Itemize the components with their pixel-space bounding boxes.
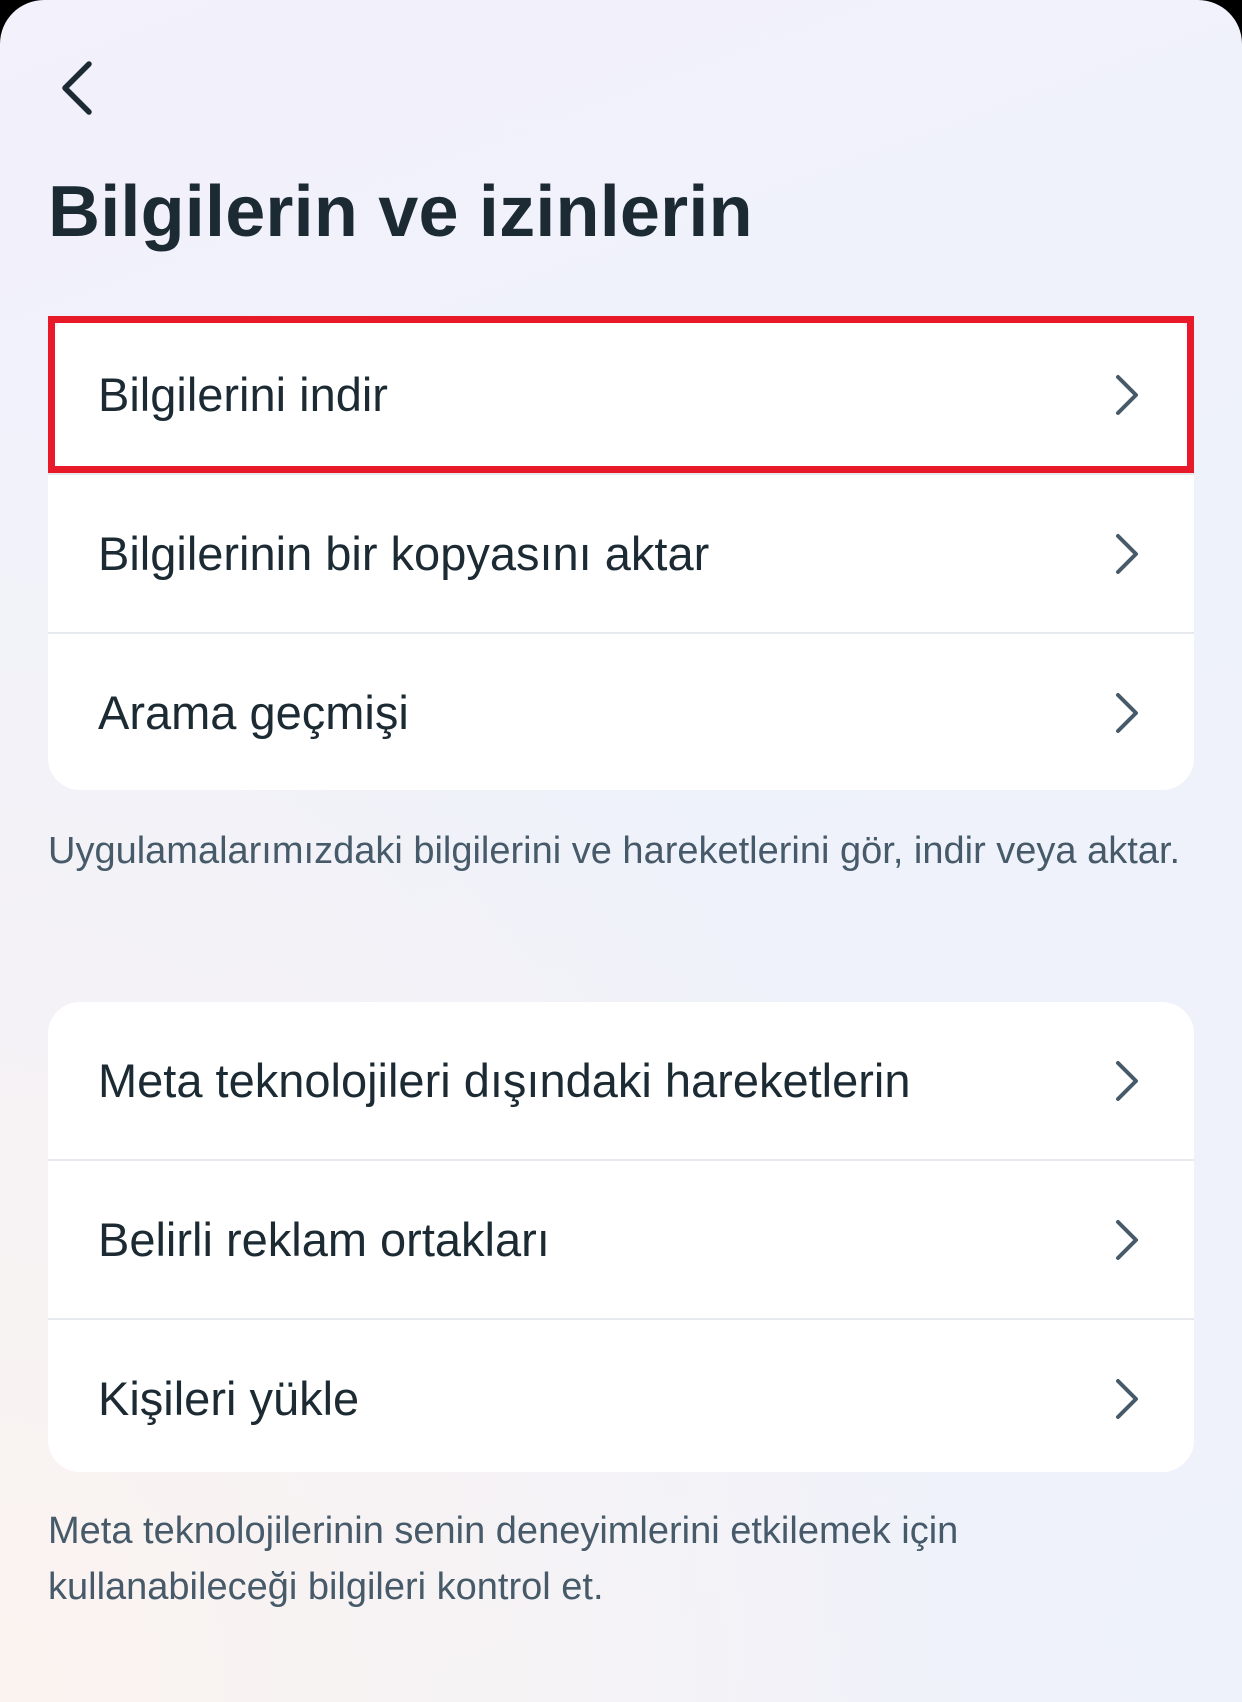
row-label: Belirli reklam ortakları [98, 1213, 550, 1266]
info-caption: Uygulamalarımızdaki bilgilerini ve harek… [48, 830, 1181, 872]
permissions-caption: Meta teknolojilerinin senin deneyimlerin… [48, 1510, 959, 1608]
row-label: Bilgilerinin bir kopyasını aktar [98, 527, 710, 580]
chevron-right-icon [1116, 1219, 1138, 1260]
chevron-right-icon [1116, 1060, 1138, 1101]
settings-card-permissions: Meta teknolojileri dışındaki hareketleri… [48, 1002, 1194, 1472]
chevron-right-icon [1116, 374, 1138, 415]
page-title: Bilgilerin ve izinlerin [48, 172, 753, 252]
row-label: Kişileri yükle [98, 1372, 360, 1425]
row-search-history[interactable]: Arama geçmişi [48, 632, 1194, 791]
chevron-right-icon [1116, 692, 1138, 733]
chevron-right-icon [1116, 1378, 1138, 1419]
row-ad-partners[interactable]: Belirli reklam ortakları [48, 1159, 1194, 1318]
row-label: Arama geçmişi [98, 686, 409, 739]
chevron-left-icon [62, 61, 92, 115]
row-label: Bilgilerini indir [98, 368, 388, 421]
row-label: Meta teknolojileri dışındaki hareketleri… [98, 1054, 911, 1107]
row-transfer-copy[interactable]: Bilgilerinin bir kopyasını aktar [48, 473, 1194, 632]
row-upload-contacts[interactable]: Kişileri yükle [48, 1318, 1194, 1477]
screen: Bilgilerin ve izinlerin Bilgilerini indi… [0, 0, 1242, 1702]
row-off-meta-activity[interactable]: Meta teknolojileri dışındaki hareketleri… [48, 1002, 1194, 1159]
settings-card-info: Bilgilerini indir Bilgilerinin bir kopya… [48, 316, 1194, 790]
chevron-right-icon [1116, 533, 1138, 574]
row-download-info[interactable]: Bilgilerini indir [48, 316, 1194, 473]
back-button[interactable] [46, 52, 106, 124]
